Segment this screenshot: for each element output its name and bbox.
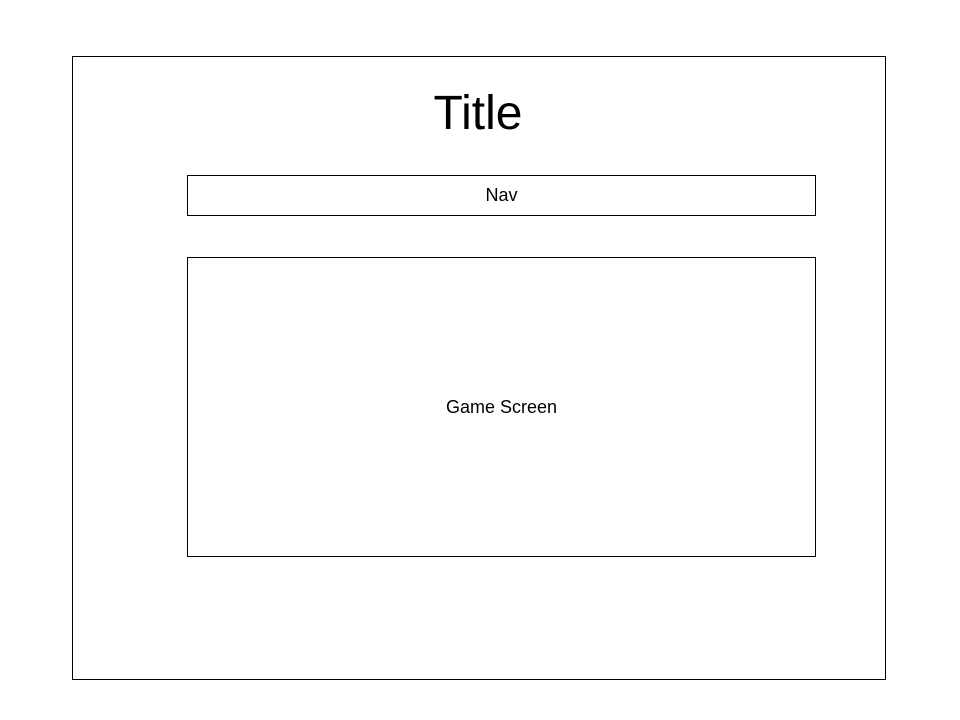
- nav-label: Nav: [485, 185, 518, 205]
- page-title: Title: [0, 84, 960, 144]
- page-title-text: Title: [433, 87, 523, 140]
- game-screen-label: Game Screen: [445, 396, 558, 417]
- game-screen[interactable]: Game Screen: [187, 257, 816, 557]
- nav-bar[interactable]: Nav: [187, 175, 816, 216]
